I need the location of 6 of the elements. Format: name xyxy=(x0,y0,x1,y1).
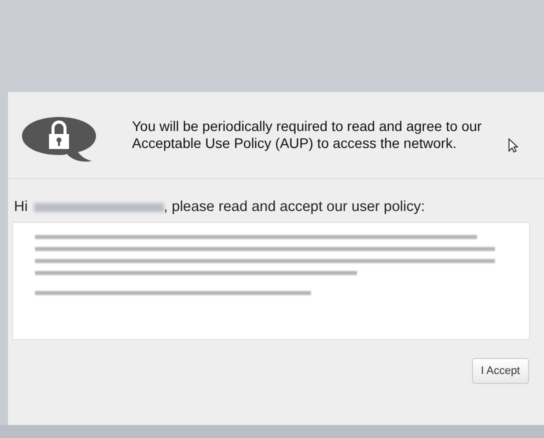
speech-bubble-lock-icon xyxy=(20,114,98,164)
greeting-text: Hi xyxy=(14,199,28,215)
accept-button[interactable]: I Accept xyxy=(472,358,529,384)
cursor-icon xyxy=(508,138,518,152)
greeting-text: , please read and accept our user policy: xyxy=(164,199,425,215)
notice-text: You will be periodically required to read and agree to our Acceptable Use Policy (AUP) to access the network. xyxy=(132,118,483,152)
